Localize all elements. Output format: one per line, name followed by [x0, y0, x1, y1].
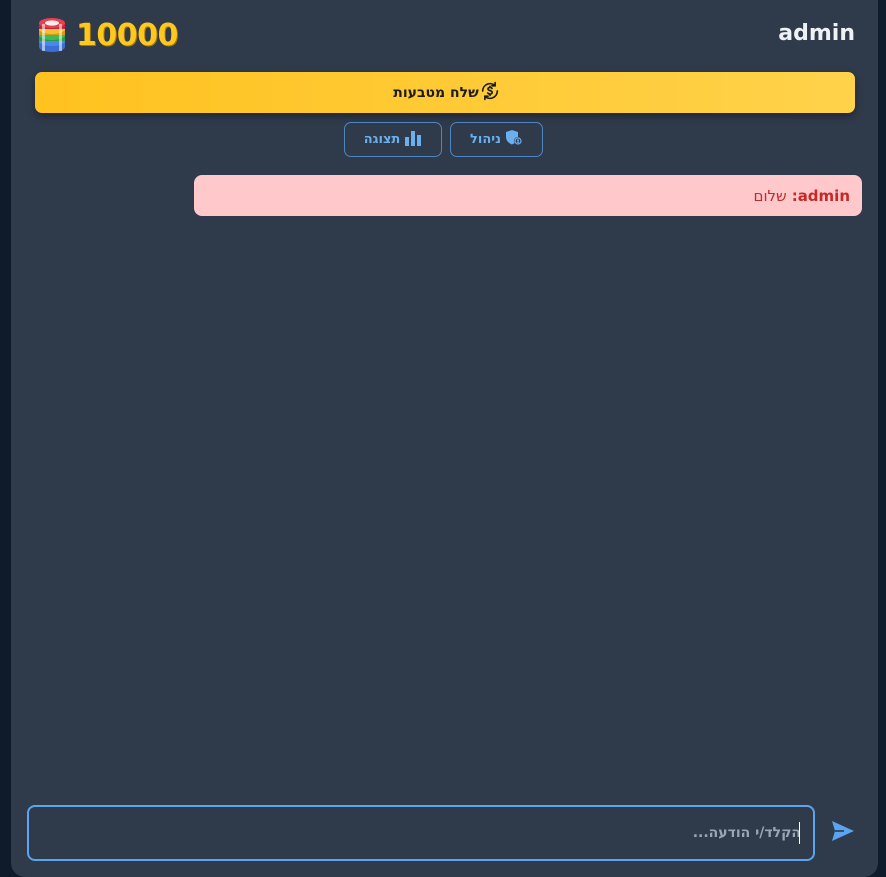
- send-coins-label: שלח מטבעות: [393, 84, 479, 101]
- balance-amount: 10000: [76, 17, 178, 53]
- message-input[interactable]: [29, 807, 813, 859]
- manage-label: ניהול: [470, 132, 501, 147]
- text-caret: [799, 822, 800, 844]
- bar-chart-icon: [400, 130, 422, 150]
- display-button[interactable]: תצוגה: [344, 122, 442, 157]
- chat-message: admin : שלום: [194, 175, 862, 216]
- display-label: תצוגה: [363, 132, 401, 147]
- manage-button[interactable]: ניהול: [450, 122, 543, 157]
- send-button[interactable]: [829, 820, 857, 846]
- chat-panel: 10000 admin שלח מטבעות תצוגה ניהול admin…: [11, 0, 878, 877]
- message-author: admin: [797, 186, 850, 205]
- username: admin: [778, 21, 855, 46]
- poker-chips-icon: [36, 16, 68, 54]
- send-coins-button[interactable]: שלח מטבעות: [35, 72, 855, 113]
- send-arrow-icon: [831, 820, 855, 846]
- coin-exchange-icon: [479, 80, 501, 106]
- message-composer: [27, 805, 815, 861]
- message-separator: :: [791, 186, 798, 205]
- coin-balance: 10000: [36, 16, 178, 54]
- shield-user-icon: [501, 129, 523, 150]
- nav-buttons: תצוגה ניהול: [344, 122, 543, 157]
- header: 10000 admin: [11, 14, 878, 56]
- message-text: שלום: [753, 186, 787, 205]
